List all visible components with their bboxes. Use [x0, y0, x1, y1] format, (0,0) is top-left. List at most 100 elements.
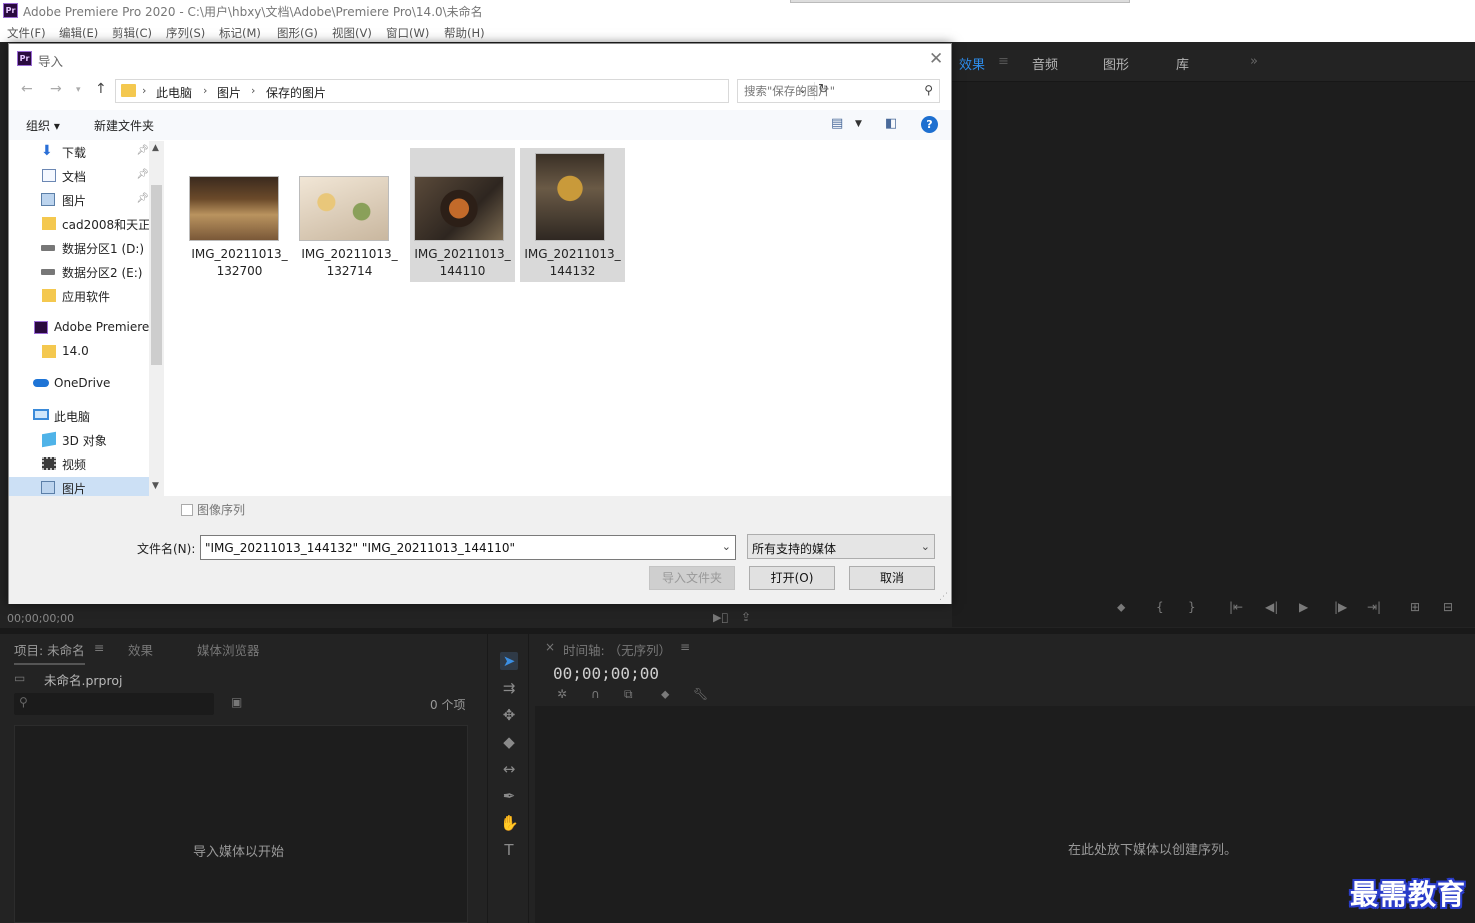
menu-graphics[interactable]: 图形(G): [277, 25, 318, 41]
nav-item-this-pc[interactable]: 此电脑: [9, 405, 149, 427]
forward-arrow-icon[interactable]: →: [50, 81, 62, 97]
breadcrumb-saved-pictures[interactable]: 保存的图片: [266, 84, 326, 101]
tab-audio[interactable]: 音频: [1032, 54, 1058, 73]
file-item-132714[interactable]: IMG_20211013_ 132714: [297, 148, 402, 282]
go-to-in-icon[interactable]: |⇤: [1229, 600, 1243, 614]
menu-help[interactable]: 帮助(H): [444, 25, 485, 41]
chevron-down-icon[interactable]: ⌄: [722, 540, 731, 553]
open-button[interactable]: 打开(O): [749, 566, 835, 590]
nav-item-cad[interactable]: cad2008和天正: [9, 213, 150, 235]
chevron-down-icon[interactable]: ⌄: [921, 540, 930, 553]
play-icon[interactable]: ▶: [1299, 600, 1308, 614]
file-list[interactable]: IMG_20211013_ 132700 IMG_20211013_ 132714 …: [164, 141, 951, 496]
export-frame-icon[interactable]: ⇪: [741, 610, 751, 624]
nav-item-documents[interactable]: 文档 📌︎: [9, 165, 149, 187]
project-search-input[interactable]: ⚲: [14, 693, 214, 715]
razor-tool-icon[interactable]: ◆: [500, 733, 518, 751]
file-type-select[interactable]: 所有支持的媒体 ⌄: [747, 534, 935, 559]
type-tool-icon[interactable]: T: [500, 841, 518, 859]
more-tabs-icon[interactable]: »: [1250, 54, 1258, 69]
slip-tool-icon[interactable]: ↔: [500, 760, 518, 778]
chevron-down-icon[interactable]: ▼: [855, 119, 862, 129]
scrollbar-thumb[interactable]: [151, 185, 162, 365]
menu-sequence[interactable]: 序列(S): [166, 25, 205, 41]
menu-window[interactable]: 窗口(W): [386, 25, 429, 41]
nav-item-drive-e[interactable]: 数据分区2 (E:): [9, 261, 149, 283]
tab-effects[interactable]: 效果: [959, 54, 985, 73]
resize-grip-icon[interactable]: ⋰: [939, 592, 948, 602]
add-marker-icon[interactable]: ⬥: [661, 687, 669, 702]
tab-libraries[interactable]: 库: [1176, 54, 1189, 73]
cancel-button[interactable]: 取消: [849, 566, 935, 590]
nav-scrollbar[interactable]: ▲ ▼: [149, 141, 164, 496]
extract-icon[interactable]: ⊟: [1443, 600, 1453, 614]
menu-view[interactable]: 视图(V): [332, 25, 372, 41]
mark-in-icon[interactable]: {: [1156, 600, 1164, 614]
chevron-up-icon[interactable]: ▲: [152, 143, 159, 153]
tab-menu-icon[interactable]: ≡: [94, 640, 104, 655]
search-icon[interactable]: ⚲: [924, 83, 933, 97]
address-bar[interactable]: › 此电脑 › 图片 › 保存的图片 ⌄ ↻: [115, 79, 829, 103]
pen-tool-icon[interactable]: ✒: [500, 787, 518, 805]
add-marker-icon[interactable]: ⬥: [1117, 600, 1125, 615]
breadcrumb-this-pc[interactable]: 此电脑: [156, 84, 192, 101]
filename-input[interactable]: [205, 540, 705, 556]
file-item-132700[interactable]: IMG_20211013_ 132700: [187, 148, 292, 282]
hand-tool-icon[interactable]: ✋: [500, 814, 519, 832]
nav-item-onedrive[interactable]: OneDrive: [9, 373, 149, 395]
menu-file[interactable]: 文件(F): [7, 25, 46, 41]
nav-item-3d-objects[interactable]: 3D 对象: [9, 429, 149, 451]
chevron-right-icon[interactable]: ›: [142, 84, 146, 97]
tab-project-effects[interactable]: 效果: [128, 640, 153, 659]
organize-button[interactable]: 组织 ▾: [26, 117, 60, 134]
search-field[interactable]: ⚲: [737, 79, 940, 103]
file-item-144110[interactable]: IMG_20211013_ 144110: [410, 148, 515, 282]
insert-icon[interactable]: ▶⃒: [713, 611, 728, 624]
track-select-tool-icon[interactable]: ⇉: [500, 679, 518, 697]
back-arrow-icon[interactable]: ←: [21, 81, 33, 97]
timeline-timecode[interactable]: 00;00;00;00: [553, 664, 659, 683]
nav-item-pictures[interactable]: 图片 📌︎: [9, 189, 149, 211]
up-arrow-icon[interactable]: ↑: [95, 81, 107, 97]
snap-icon[interactable]: ∩: [591, 687, 600, 701]
chevron-down-icon[interactable]: ▼: [152, 481, 159, 491]
wrench-icon[interactable]: 🔧︎: [693, 687, 708, 701]
close-icon[interactable]: ✕: [929, 49, 943, 69]
nav-item-adobe-premiere[interactable]: Adobe Premiere: [9, 317, 149, 339]
menu-marker[interactable]: 标记(M): [219, 25, 261, 41]
image-sequence-checkbox[interactable]: [181, 504, 193, 516]
selection-tool-icon[interactable]: ➤: [500, 652, 518, 670]
preview-pane-icon[interactable]: ◧: [885, 116, 897, 131]
nav-item-pictures-pc[interactable]: 图片: [9, 477, 149, 496]
go-to-out-icon[interactable]: ⇥|: [1367, 600, 1381, 614]
tab-menu-icon[interactable]: ≡: [680, 640, 690, 654]
recent-locations-icon[interactable]: ▾: [76, 85, 81, 95]
pin-icon[interactable]: 📌︎: [136, 169, 149, 180]
search-input[interactable]: [744, 83, 914, 99]
nav-item-apps[interactable]: 应用软件: [9, 285, 149, 307]
step-forward-icon[interactable]: |▶: [1334, 600, 1347, 614]
linked-selection-icon[interactable]: ⧉: [624, 687, 633, 702]
step-back-icon[interactable]: ◀|: [1265, 600, 1278, 614]
chevron-right-icon[interactable]: ›: [251, 84, 255, 97]
tab-project[interactable]: 项目: 未命名: [14, 640, 85, 665]
file-item-144132[interactable]: IMG_20211013_ 144132: [520, 148, 625, 282]
ripple-edit-tool-icon[interactable]: ✥: [500, 706, 518, 724]
tab-media-browser[interactable]: 媒体浏览器: [197, 640, 260, 659]
new-folder-button[interactable]: 新建文件夹: [94, 117, 154, 134]
chevron-right-icon[interactable]: ›: [203, 84, 207, 97]
tab-menu-icon[interactable]: ≡: [998, 54, 1009, 69]
pin-icon[interactable]: 📌︎: [136, 145, 149, 156]
nav-item-videos[interactable]: 视频: [9, 453, 149, 475]
menu-clip[interactable]: 剪辑(C): [112, 25, 152, 41]
nav-item-drive-d[interactable]: 数据分区1 (D:): [9, 237, 149, 259]
new-bin-icon[interactable]: ▣: [231, 695, 242, 709]
tab-graphics[interactable]: 图形: [1103, 54, 1129, 73]
breadcrumb-pictures[interactable]: 图片: [217, 84, 241, 101]
view-options-icon[interactable]: ▤: [831, 116, 843, 131]
close-icon[interactable]: ×: [545, 640, 555, 654]
nest-icon[interactable]: ✲: [557, 687, 567, 701]
import-folder-button[interactable]: 导入文件夹: [649, 566, 735, 590]
nav-item-14[interactable]: 14.0: [9, 341, 149, 363]
mark-out-icon[interactable]: }: [1188, 600, 1196, 614]
